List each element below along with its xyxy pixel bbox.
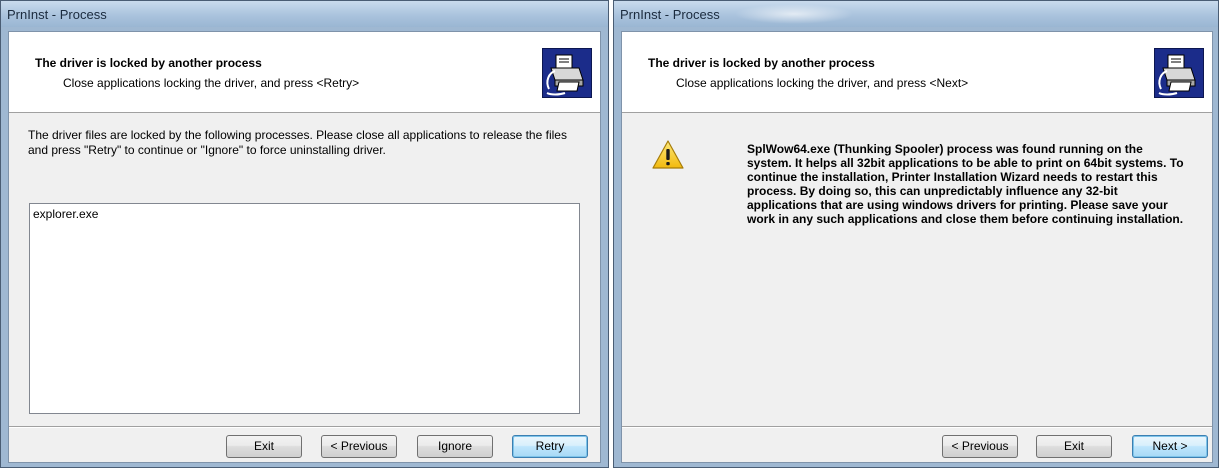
footer-divider	[622, 426, 1212, 428]
right-dialog-window: PrnInst - Process The driver is locked b…	[613, 0, 1219, 468]
window-title: PrnInst - Process	[7, 7, 107, 22]
wizard-header: The driver is locked by another process …	[622, 32, 1212, 113]
title-bar[interactable]: PrnInst - Process	[1, 1, 608, 27]
header-subtitle: Close applications locking the driver, a…	[676, 76, 969, 90]
retry-button[interactable]: Retry	[512, 435, 588, 458]
next-button[interactable]: Next >	[1132, 435, 1208, 458]
locked-files-description: The driver files are locked by the follo…	[28, 128, 567, 157]
header-title: The driver is locked by another process	[35, 56, 262, 70]
dialog-body: The driver is locked by another process …	[8, 31, 601, 463]
wizard-header: The driver is locked by another process …	[9, 32, 600, 113]
process-list[interactable]: explorer.exe	[29, 203, 580, 414]
warning-icon	[651, 139, 685, 171]
exit-button[interactable]: Exit	[226, 435, 302, 458]
list-item[interactable]: explorer.exe	[33, 207, 98, 221]
window-title: PrnInst - Process	[620, 7, 720, 22]
header-title: The driver is locked by another process	[648, 56, 875, 70]
title-bar[interactable]: PrnInst - Process	[614, 1, 1218, 27]
printer-wizard-icon	[1154, 48, 1204, 98]
left-dialog-window: PrnInst - Process The driver is locked b…	[0, 0, 609, 468]
header-subtitle: Close applications locking the driver, a…	[63, 76, 360, 90]
previous-button[interactable]: < Previous	[942, 435, 1018, 458]
printer-wizard-icon	[542, 48, 592, 98]
footer-divider	[9, 426, 600, 428]
title-glow	[734, 4, 854, 24]
ignore-button[interactable]: Ignore	[417, 435, 493, 458]
dialog-body: The driver is locked by another process …	[621, 31, 1213, 463]
splwow64-warning-message: SplWow64.exe (Thunking Spooler) process …	[747, 142, 1184, 226]
previous-button[interactable]: < Previous	[321, 435, 397, 458]
exit-button[interactable]: Exit	[1036, 435, 1112, 458]
